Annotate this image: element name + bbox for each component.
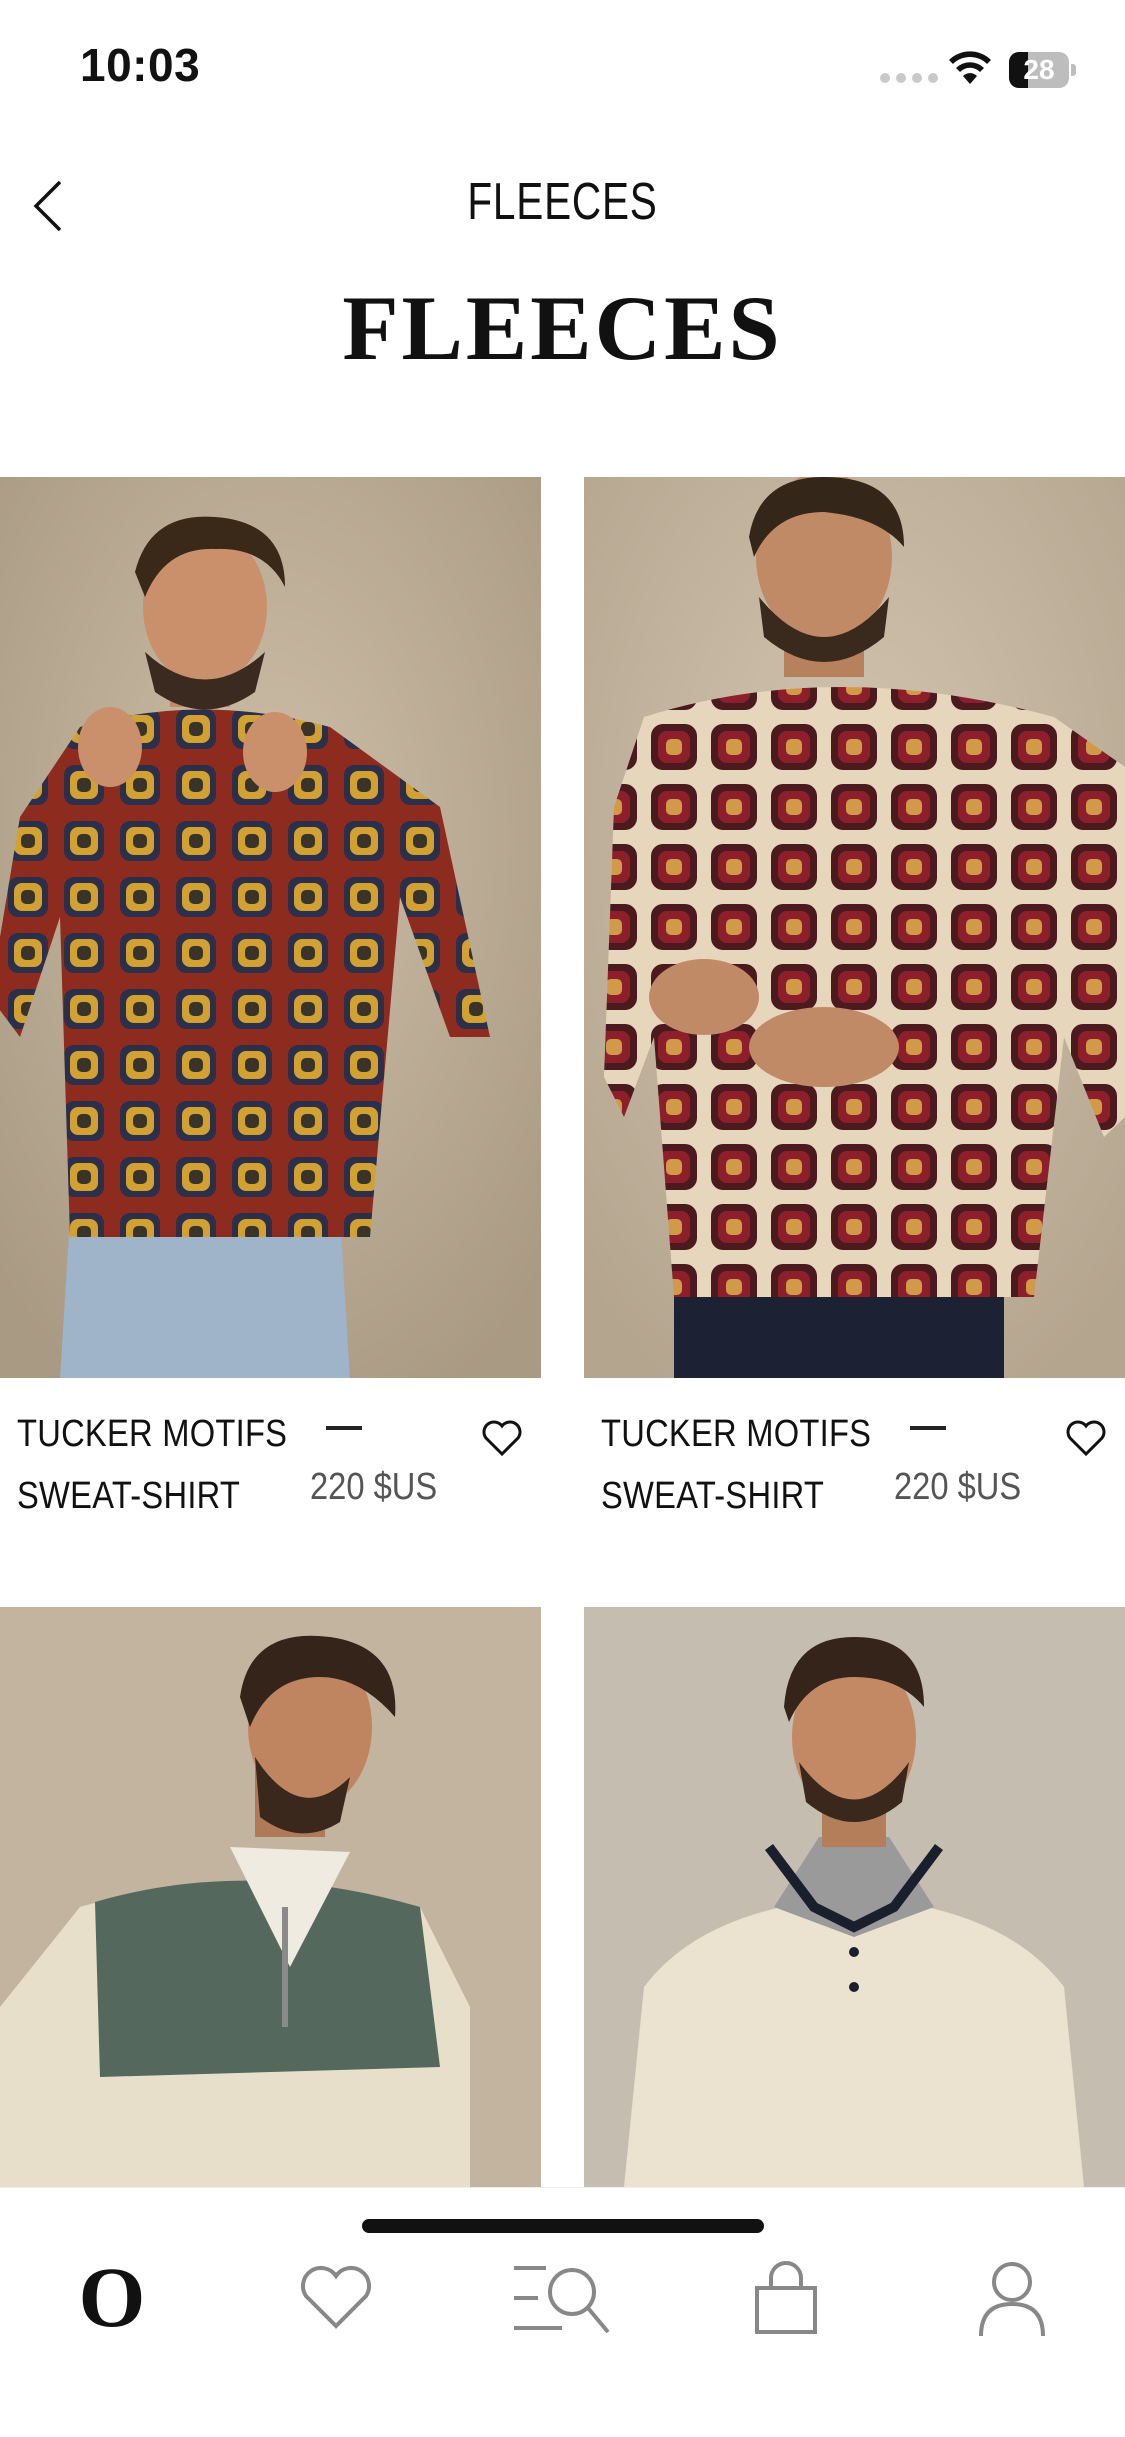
product-price: 220 $US [894,1466,1022,1508]
tab-bag[interactable] [736,2248,836,2348]
product-name-line2: SWEAT-SHIRT [17,1475,241,1517]
tab-search[interactable] [512,2248,612,2348]
product-card[interactable]: TUCKER MOTIFS SWEAT-SHIRT 220 $US [584,477,1125,1538]
battery-icon: 28 [1009,52,1077,88]
product-photo[interactable] [584,1607,1125,2187]
back-button[interactable] [16,170,80,242]
nav-title: FLEECES [467,173,658,231]
tab-home[interactable]: O [62,2248,162,2348]
product-name-line1: TUCKER MOTIFS [17,1413,288,1455]
product-photo[interactable] [0,1607,541,2187]
shopping-bag-icon [755,2261,817,2334]
wifi-icon [949,51,991,84]
heart-outline-icon[interactable] [1064,1418,1108,1458]
model-illustration [584,477,1125,1378]
product-info: TUCKER MOTIFS SWEAT-SHIRT 220 $US [0,1378,541,1538]
name-price-separator [326,1426,362,1430]
product-photo[interactable] [584,477,1125,1378]
search-menu-icon [514,2266,610,2334]
model-illustration [0,1607,541,2187]
name-price-separator [910,1426,946,1430]
tab-favorites[interactable] [286,2248,386,2348]
product-name[interactable]: TUCKER MOTIFS SWEAT-SHIRT [17,1403,331,1527]
brand-logo-icon: O [79,2258,146,2338]
product-card[interactable] [0,1607,541,2187]
signal-dots-icon [880,73,938,83]
tab-profile[interactable] [962,2248,1062,2348]
nav-header: FLEECES [0,150,1125,260]
battery-level: 28 [1023,54,1055,85]
heart-outline-icon[interactable] [480,1418,524,1458]
product-price: 220 $US [310,1466,438,1508]
home-indicator[interactable] [362,2219,764,2233]
product-card[interactable] [584,1607,1125,2187]
profile-icon [979,2262,1045,2337]
model-illustration [584,1607,1125,2187]
status-bar: 10:03 28 [0,0,1125,140]
page-title: FLEECES [342,277,783,379]
product-name-line2: SWEAT-SHIRT [601,1475,825,1517]
product-info: TUCKER MOTIFS SWEAT-SHIRT 220 $US [584,1378,1125,1538]
product-name-line1: TUCKER MOTIFS [601,1413,872,1455]
product-name[interactable]: TUCKER MOTIFS SWEAT-SHIRT [601,1403,915,1527]
chevron-left-icon [33,180,62,232]
product-photo[interactable] [0,477,541,1378]
heart-icon [300,2266,372,2329]
svg-text:O: O [79,2258,146,2338]
model-illustration [0,477,541,1378]
product-card[interactable]: TUCKER MOTIFS SWEAT-SHIRT 220 $US [0,477,541,1538]
status-time: 10:03 [80,39,201,91]
